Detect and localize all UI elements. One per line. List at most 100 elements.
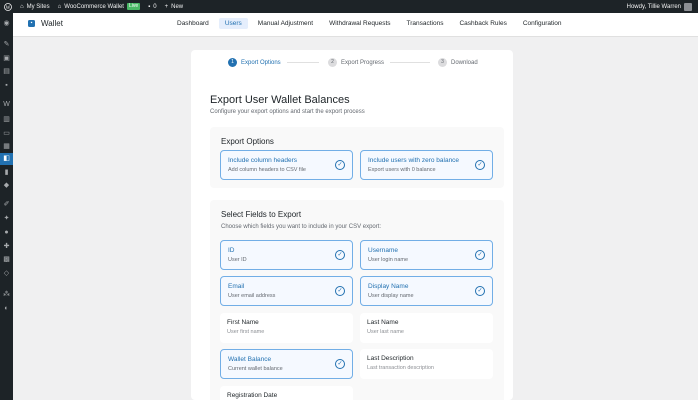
field-label: Wallet Balance: [228, 356, 272, 363]
field-description: User display name: [368, 293, 414, 299]
plugins-icon[interactable]: ✦: [3, 215, 10, 222]
export-options-title: Export Options: [221, 137, 274, 146]
field-label: First Name: [227, 319, 259, 326]
avatar: [684, 2, 692, 11]
field-label: Username: [368, 247, 398, 254]
fields-panel: Select Fields to Export Choose which fie…: [210, 200, 504, 400]
wallet-icon[interactable]: ◧: [3, 155, 10, 162]
comments-count: 0: [153, 3, 157, 10]
admin-sidebar: ◉ ✎ ▣ ▤ ▪ W ▥ ▭ ▦ ◧ ▮ ◆ ✐ ✦ ● ✚ ▩ ◇ ⁂ ◐: [0, 13, 13, 400]
admin-bar: W ⌂ My Sites ⌂ WooCommerce Wallet Live ▪…: [0, 0, 698, 13]
dashboard-icon[interactable]: ◉: [3, 20, 10, 27]
step-label: Download: [451, 59, 478, 66]
tab-dashboard[interactable]: Dashboard: [171, 18, 215, 29]
field-label: Email: [228, 283, 245, 290]
field-description: Last transaction description: [367, 365, 434, 371]
tab-cashback-rules[interactable]: Cashback Rules: [453, 18, 512, 29]
field-last-name[interactable]: Last Name User last name: [360, 313, 493, 343]
users-icon[interactable]: ●: [3, 229, 10, 236]
new-label: New: [171, 3, 184, 10]
comments-icon[interactable]: ▪: [3, 82, 10, 89]
wordpress-icon: W: [4, 2, 12, 11]
plus-icon: +: [164, 3, 169, 10]
site-name-link[interactable]: ⌂ WooCommerce Wallet Live: [54, 0, 145, 13]
field-wallet-balance[interactable]: Wallet Balance Current wallet balance ✓: [220, 349, 353, 379]
pages-icon[interactable]: ▤: [3, 68, 10, 75]
option-include-headers[interactable]: Include column headers Add column header…: [220, 150, 353, 180]
check-icon: ✓: [475, 160, 485, 170]
plugin-menu-icon[interactable]: ◇: [3, 270, 10, 277]
greeting-text: Howdy, Tillie Warren: [626, 3, 681, 10]
fields-description: Choose which fields you want to include …: [221, 224, 382, 230]
field-description: User first name: [227, 329, 265, 335]
field-display-name[interactable]: Display Name User display name ✓: [360, 276, 493, 306]
check-icon: ✓: [335, 286, 345, 296]
analytics-icon[interactable]: ▦: [3, 143, 10, 150]
page-title: Export User Wallet Balances: [210, 94, 350, 106]
step-label: Export Options: [241, 59, 281, 66]
comments-link[interactable]: ▪ 0: [144, 0, 160, 13]
comment-icon: ▪: [148, 3, 151, 10]
check-icon: ✓: [335, 250, 345, 260]
woocommerce-icon[interactable]: W: [3, 101, 10, 108]
field-label: Last Description: [367, 355, 414, 362]
svg-text:W: W: [6, 5, 11, 10]
step-connector: [287, 62, 319, 63]
check-icon: ✓: [475, 286, 485, 296]
pin-icon[interactable]: ✎: [3, 41, 10, 48]
tools-icon[interactable]: ✚: [3, 243, 10, 250]
field-id[interactable]: ID User ID ✓: [220, 240, 353, 270]
payments-icon[interactable]: ▭: [3, 130, 10, 137]
option-description: Export users with 0 balance: [368, 167, 436, 173]
step-number: 2: [328, 58, 337, 67]
plugin-tabs: Dashboard Users Manual Adjustment Withdr…: [171, 18, 567, 29]
plugin-brand: ▪ Wallet: [28, 19, 63, 28]
settings-icon[interactable]: ▩: [3, 256, 10, 263]
collapse-icon[interactable]: ◐: [3, 305, 10, 312]
field-description: User email address: [228, 293, 276, 299]
brand-name: Wallet: [41, 19, 63, 28]
field-username[interactable]: Username User login name ✓: [360, 240, 493, 270]
field-first-name[interactable]: First Name User first name: [220, 313, 353, 343]
field-description: User ID: [228, 257, 247, 263]
tab-users[interactable]: Users: [218, 18, 248, 29]
step-export-options: 1 Export Options: [228, 58, 281, 67]
tab-manual-adjustment[interactable]: Manual Adjustment: [252, 18, 319, 29]
step-connector: [390, 62, 430, 63]
field-last-description[interactable]: Last Description Last transaction descri…: [360, 349, 493, 379]
live-badge: Live: [126, 3, 141, 10]
cluster-icon[interactable]: ⁂: [3, 291, 10, 298]
wallet-logo-icon: ▪: [28, 20, 35, 27]
page-subtitle: Configure your export options and start …: [210, 109, 365, 115]
appearance-icon[interactable]: ✐: [3, 201, 10, 208]
check-icon: ✓: [335, 160, 345, 170]
export-stepper: 1 Export Options 2 Export Progress 3 Dow…: [191, 50, 513, 78]
option-include-zero-balance[interactable]: Include users with zero balance Export u…: [360, 150, 493, 180]
tab-transactions[interactable]: Transactions: [401, 18, 450, 29]
field-email[interactable]: Email User email address ✓: [220, 276, 353, 306]
option-label: Include users with zero balance: [368, 157, 460, 164]
products-icon[interactable]: ▥: [3, 116, 10, 123]
media-icon[interactable]: ▣: [3, 55, 10, 62]
field-label: Display Name: [368, 283, 409, 290]
plugin-header: ▪ Wallet Dashboard Users Manual Adjustme…: [13, 13, 698, 37]
field-label: Registration Date: [227, 392, 278, 399]
export-options-panel: Export Options Include column headers Ad…: [210, 127, 504, 188]
tab-configuration[interactable]: Configuration: [517, 18, 568, 29]
account-menu[interactable]: Howdy, Tillie Warren: [626, 2, 698, 11]
tab-withdrawal-requests[interactable]: Withdrawal Requests: [323, 18, 396, 29]
field-label: Last Name: [367, 319, 399, 326]
my-sites-link[interactable]: ⌂ My Sites: [16, 0, 54, 13]
check-icon: ✓: [475, 250, 485, 260]
step-number: 1: [228, 58, 237, 67]
stats-icon[interactable]: ▮: [3, 169, 10, 176]
field-description: Current wallet balance: [228, 366, 283, 372]
field-registration-date[interactable]: Registration Date: [220, 386, 353, 400]
field-description: User last name: [367, 329, 404, 335]
home-icon: ⌂: [57, 3, 62, 10]
wordpress-logo[interactable]: W: [0, 0, 16, 13]
marketing-icon[interactable]: ◆: [3, 182, 10, 189]
field-label: ID: [228, 247, 235, 254]
step-label: Export Progress: [341, 59, 385, 66]
new-content-link[interactable]: + New: [161, 0, 188, 13]
